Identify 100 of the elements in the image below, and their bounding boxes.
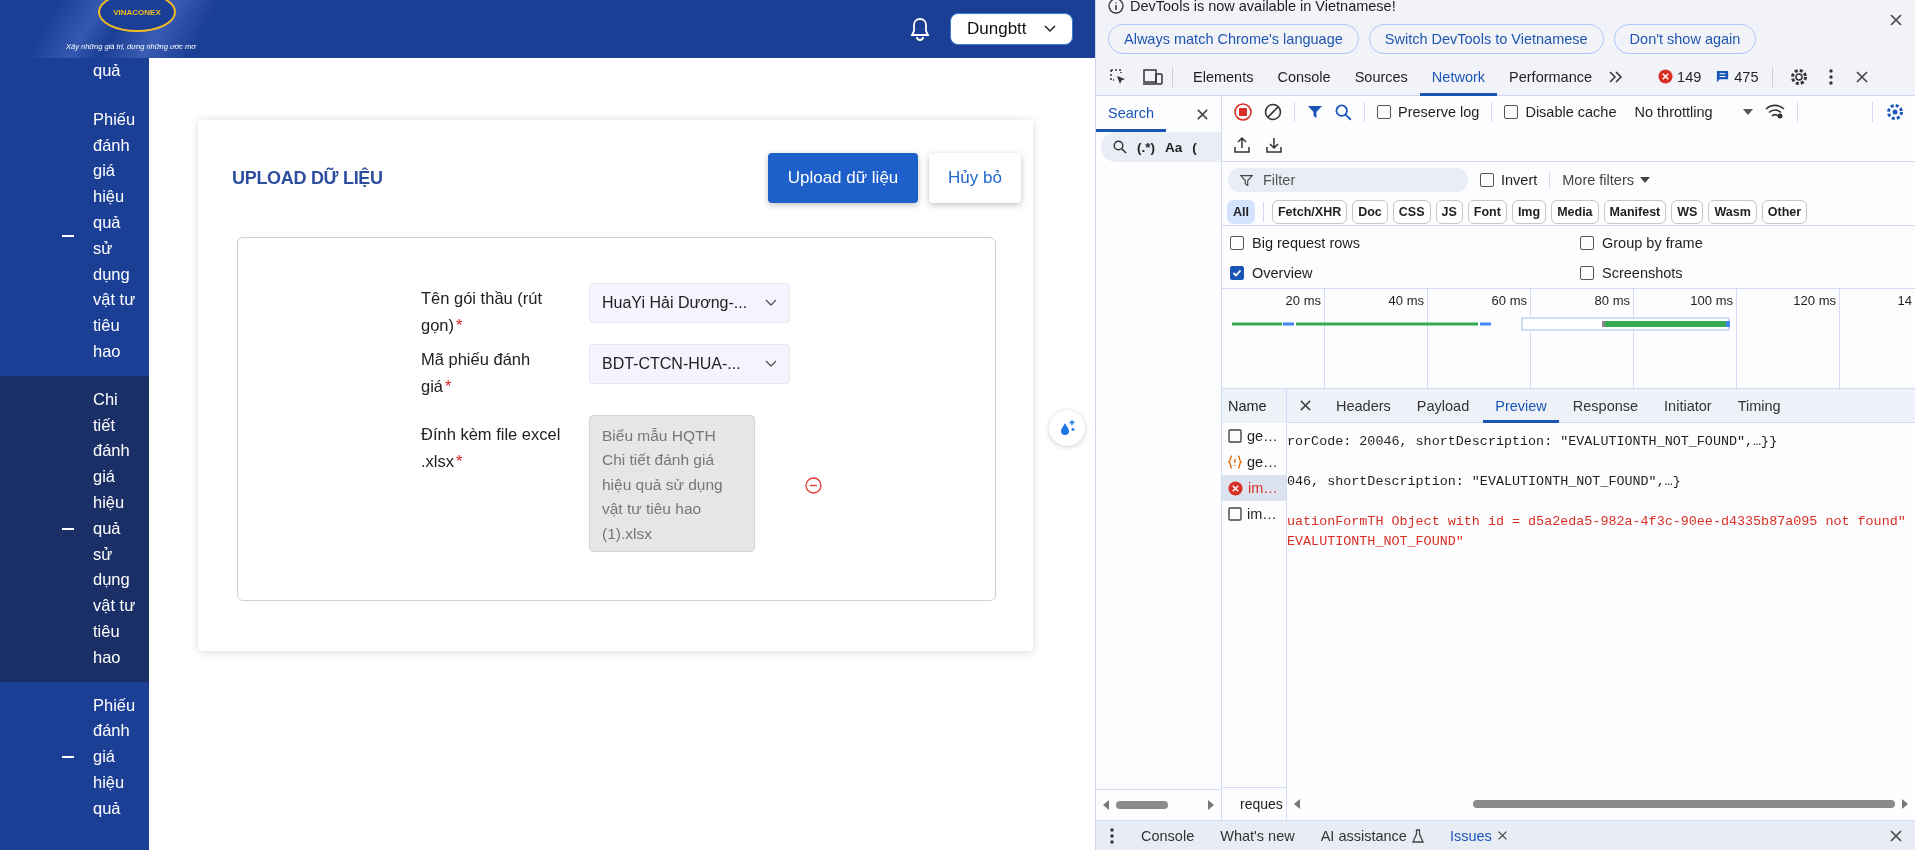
type-filter-chip[interactable]: CSS xyxy=(1392,199,1431,224)
settings-icon[interactable] xyxy=(1789,66,1810,87)
user-menu[interactable]: Dungbtt xyxy=(950,13,1073,45)
request-row[interactable]: im… xyxy=(1222,475,1286,501)
time-tick-label: 14 xyxy=(1897,293,1912,308)
infobar-button[interactable]: Don't show again xyxy=(1613,24,1757,54)
scrollbar-thumb[interactable] xyxy=(1473,799,1895,808)
download-icon[interactable] xyxy=(1266,136,1282,153)
flask-icon xyxy=(1411,828,1424,843)
sidebar-item[interactable]: Phiếu đánh giá hiệu quả xyxy=(0,681,149,833)
devtools-tab[interactable]: Console xyxy=(1265,57,1343,96)
details-tab[interactable]: Timing xyxy=(1725,388,1793,423)
card-title: UPLOAD DỮ LIỆU xyxy=(232,167,383,189)
search-icon[interactable] xyxy=(1335,103,1352,121)
message-count[interactable]: 475 xyxy=(1734,68,1759,85)
sidebar-item[interactable]: quả xyxy=(0,58,149,96)
upload-icon[interactable] xyxy=(1234,136,1250,153)
sidebar-item[interactable]: Phiếu đánh giá hiệu quả sử dụng vật tư tiêu hao xyxy=(0,95,149,376)
request-row[interactable]: ge… xyxy=(1222,423,1286,449)
type-filter-chip[interactable]: Font xyxy=(1467,199,1507,224)
checkbox[interactable] xyxy=(1230,266,1244,280)
settings-icon[interactable] xyxy=(1885,102,1905,122)
select-field[interactable]: BDT-CTCN-HUA-... xyxy=(589,344,790,384)
close-details-icon[interactable] xyxy=(1299,399,1312,412)
close-drawer-icon[interactable] xyxy=(1889,828,1903,843)
checkbox-label: Disable cache xyxy=(1525,104,1617,120)
more-tabs-icon[interactable] xyxy=(1608,69,1625,84)
checkbox[interactable] xyxy=(1580,266,1594,280)
search-icon[interactable] xyxy=(1113,140,1127,154)
more-options-icon[interactable] xyxy=(1829,68,1834,85)
remove-icon[interactable] xyxy=(805,477,822,494)
search-option[interactable]: Aa xyxy=(1165,139,1183,155)
checkbox[interactable] xyxy=(1504,105,1519,119)
drawer-tab[interactable]: Issues xyxy=(1436,821,1521,850)
select-field[interactable]: HuaYi Hải Dương-... xyxy=(589,283,790,323)
request-row[interactable]: ge… xyxy=(1222,449,1286,475)
request-row[interactable]: im… xyxy=(1222,501,1286,527)
type-filter-chip[interactable]: Media xyxy=(1551,199,1599,224)
checkbox[interactable] xyxy=(1480,173,1494,187)
record-icon[interactable] xyxy=(1234,103,1252,121)
checkbox[interactable] xyxy=(1377,105,1391,119)
chevron-down-icon xyxy=(1044,25,1056,33)
time-tick-label: 60 ms xyxy=(1491,293,1527,308)
devtools-tab[interactable]: Sources xyxy=(1342,57,1420,96)
type-filter-chip[interactable]: Other xyxy=(1761,199,1808,224)
type-filter-chip[interactable]: Manifest xyxy=(1603,199,1667,224)
scroll-left-icon[interactable] xyxy=(1102,799,1110,811)
bell-icon[interactable] xyxy=(910,17,930,41)
checkbox-label: Big request rows xyxy=(1252,235,1360,251)
error-count[interactable]: 149 xyxy=(1677,68,1702,85)
close-icon[interactable] xyxy=(1496,830,1508,841)
more-filters-dropdown[interactable]: More filters xyxy=(1549,172,1650,188)
scroll-left-icon[interactable] xyxy=(1293,797,1301,810)
filter-field[interactable]: Filter xyxy=(1228,168,1468,192)
details-tab[interactable]: Initiator xyxy=(1652,388,1724,423)
message-icon xyxy=(1715,69,1731,84)
close-search-icon[interactable] xyxy=(1196,107,1209,121)
type-filter-chip[interactable]: Doc xyxy=(1352,199,1388,224)
network-conditions-icon[interactable] xyxy=(1764,104,1785,120)
type-filter-chip[interactable]: JS xyxy=(1435,199,1463,224)
type-filter-chip[interactable]: Wasm xyxy=(1708,199,1757,224)
sidebar-item[interactable]: Chi tiết đánh giá hiệu quả sử dụng vật tư tiêu hao xyxy=(0,375,149,682)
scroll-right-icon[interactable] xyxy=(1901,797,1909,810)
devtools-tab[interactable]: Network xyxy=(1419,57,1498,96)
infobar-message: DevTools is now available in Vietnamese! xyxy=(1130,0,1396,14)
drawer-tab[interactable]: What's new xyxy=(1207,821,1308,850)
drawer-tab[interactable]: AI assistance xyxy=(1307,821,1437,850)
upload-button[interactable]: Upload dữ liệu xyxy=(768,153,918,203)
checkbox[interactable] xyxy=(1580,236,1594,250)
details-tab[interactable]: Payload xyxy=(1404,388,1482,423)
details-tab[interactable]: Response xyxy=(1560,388,1651,423)
devtools-tab[interactable]: Elements xyxy=(1181,57,1266,96)
device-toolbar-icon[interactable] xyxy=(1142,67,1164,86)
details-tab[interactable]: Headers xyxy=(1324,388,1403,423)
chevron-down-icon xyxy=(765,360,777,368)
document-icon xyxy=(1228,429,1242,443)
more-options-icon[interactable] xyxy=(1110,827,1114,844)
close-devtools-icon[interactable] xyxy=(1855,69,1870,84)
time-tick-label: 40 ms xyxy=(1388,293,1424,308)
clear-icon[interactable] xyxy=(1264,103,1282,121)
type-filter-chip[interactable]: WS xyxy=(1671,199,1704,224)
type-filter-chip[interactable]: Fetch/XHR xyxy=(1272,199,1348,224)
infobar-button[interactable]: Always match Chrome's language xyxy=(1108,24,1359,54)
infobar-button[interactable]: Switch DevTools to Vietnamese xyxy=(1368,24,1604,54)
checkbox[interactable] xyxy=(1230,236,1244,250)
search-option[interactable]: ( xyxy=(1192,139,1197,155)
type-filter-chip[interactable]: Img xyxy=(1511,199,1547,224)
drawer-tab[interactable]: Console xyxy=(1128,821,1208,850)
devtools-tab[interactable]: Performance xyxy=(1497,57,1605,96)
field-label: Tên gói thầu (rút gọn)* xyxy=(421,288,544,336)
scrollbar-thumb[interactable] xyxy=(1116,801,1168,809)
scroll-right-icon[interactable] xyxy=(1207,799,1215,811)
throttling-select[interactable]: No throttling xyxy=(1634,104,1753,120)
checkbox-label: Screenshots xyxy=(1602,265,1683,281)
cancel-button[interactable]: Hủy bỏ xyxy=(929,153,1021,203)
close-icon[interactable] xyxy=(1889,13,1903,27)
search-option[interactable]: (.*) xyxy=(1137,139,1155,155)
filter-icon[interactable] xyxy=(1307,104,1323,120)
type-filter-chip[interactable]: All xyxy=(1227,199,1255,224)
details-tab[interactable]: Preview xyxy=(1483,388,1559,423)
